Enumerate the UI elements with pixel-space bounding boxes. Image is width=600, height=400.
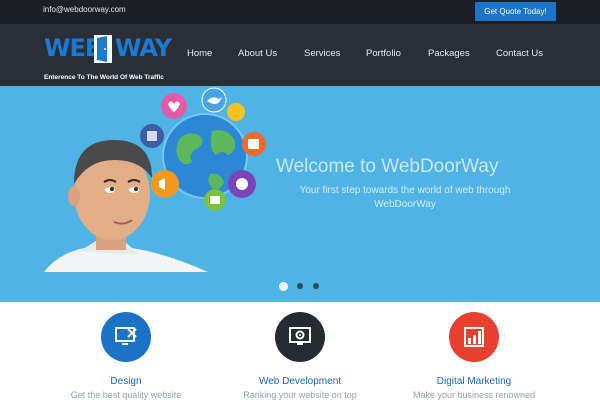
contact-email-link[interactable]: info@webdoorway.com: [43, 5, 126, 14]
logo-tagline: Enterence To The World Of Web Traffic: [44, 74, 164, 81]
service-design-badge: [101, 312, 151, 362]
bird-bubble-icon: [201, 87, 227, 113]
service-design-desc: Get the best quality website: [70, 390, 182, 400]
service-design-title: Design: [110, 376, 142, 387]
get-quote-button[interactable]: Get Quote Today!: [475, 2, 556, 21]
monitor-design-icon: [115, 327, 137, 345]
pin-bubble-icon: [227, 103, 245, 121]
monitor-gear-icon: [289, 327, 311, 345]
message-bubble-icon: [242, 132, 266, 156]
service-web-development-desc: Ranking your website on top: [243, 390, 357, 400]
slider-dot-3[interactable]: [313, 283, 319, 289]
top-bar: info@webdoorway.com Get Quote Today!: [0, 0, 600, 24]
cube-bubble-icon: [140, 124, 164, 148]
service-digital-marketing-desc: Make your business renowned: [412, 390, 536, 400]
door-icon: [94, 35, 112, 63]
nav-portfolio[interactable]: Portfolio: [366, 48, 401, 59]
site-logo[interactable]: WEB WAY Enterence To The World Of Web Tr…: [44, 30, 172, 81]
nav-packages[interactable]: Packages: [428, 48, 470, 59]
hero-slider: Welcome to WebDoorWay Your first step to…: [0, 86, 600, 302]
nav-about-us[interactable]: About Us: [238, 48, 277, 59]
thumb-bubble-icon: [204, 189, 226, 211]
nav-contact-us[interactable]: Contact Us: [496, 48, 543, 59]
service-digital-marketing-title: Digital Marketing: [436, 376, 512, 387]
speaker-bubble-icon: [151, 170, 179, 198]
heart-bubble-icon: [161, 93, 187, 119]
slider-dot-2[interactable]: [297, 283, 303, 289]
service-web-development-title: Web Development: [258, 376, 342, 387]
slider-dot-1[interactable]: [279, 282, 288, 291]
star-bubble-icon: [228, 170, 256, 198]
service-web-development[interactable]: Web Development Ranking your website on …: [220, 312, 380, 400]
hero-subtitle: Your first step towards the world of web…: [299, 185, 511, 210]
service-web-development-badge: [275, 312, 325, 362]
hero-title: Welcome to WebDoorWay: [276, 156, 499, 177]
nav-services[interactable]: Services: [304, 48, 340, 59]
logo-word-way: WAY: [115, 34, 172, 62]
service-digital-marketing-badge: [449, 312, 499, 362]
site-header: WEB WAY Enterence To The World Of Web Tr…: [0, 24, 600, 86]
hero-illustration: [44, 87, 266, 272]
service-design[interactable]: Design Get the best quality website: [46, 312, 206, 400]
service-digital-marketing[interactable]: Digital Marketing Make your business ren…: [394, 312, 554, 400]
nav-home[interactable]: Home: [187, 48, 212, 59]
bar-chart-icon: [464, 327, 484, 347]
